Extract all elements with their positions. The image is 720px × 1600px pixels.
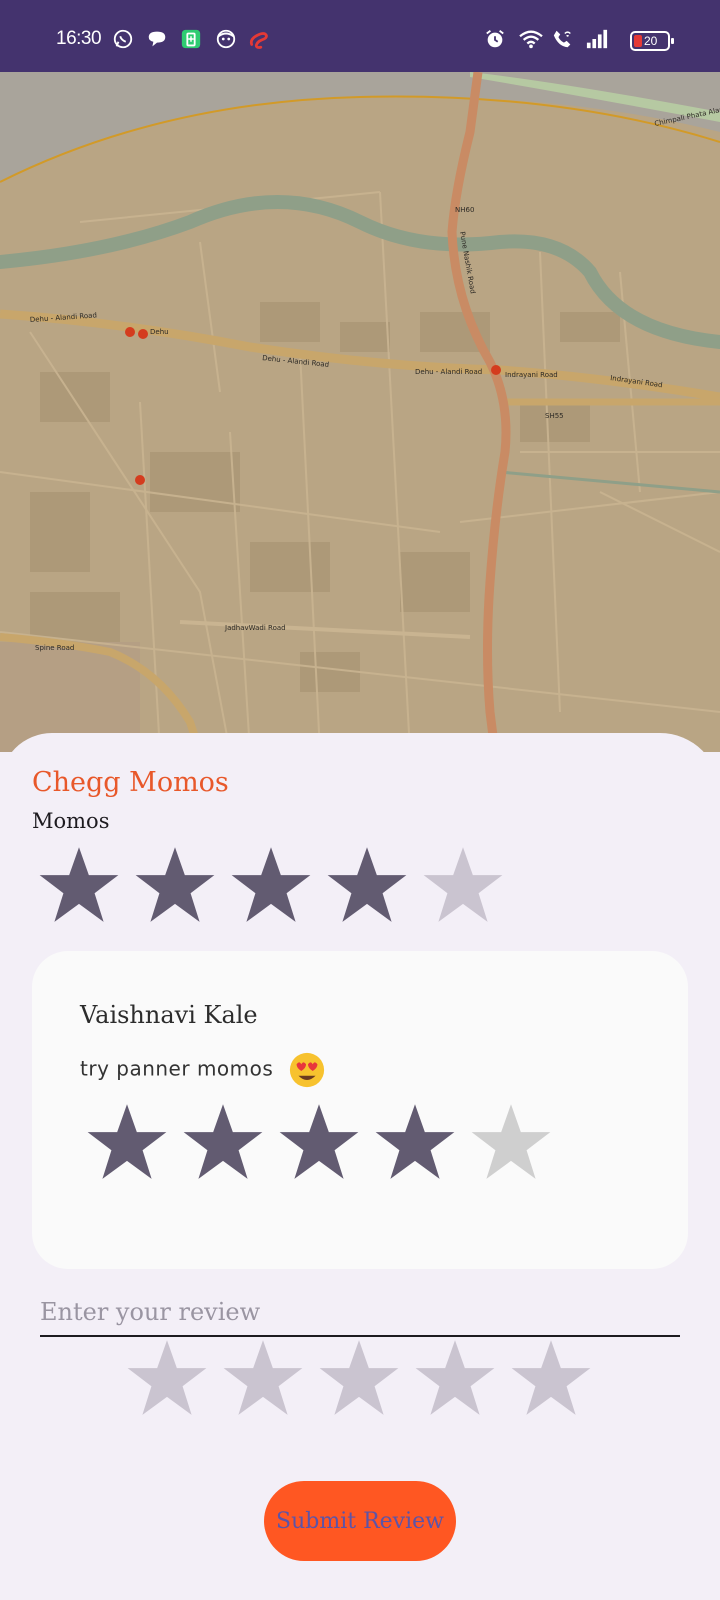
star-icon	[134, 844, 216, 926]
airtel-icon	[249, 32, 268, 49]
star-icon[interactable]	[222, 1337, 304, 1419]
star-icon	[230, 844, 312, 926]
review-text: try panner momos	[80, 1051, 326, 1089]
star-icon[interactable]	[126, 1337, 208, 1419]
face-icon	[216, 29, 236, 49]
star-icon	[86, 1101, 168, 1183]
place-title: Chegg Momos	[32, 767, 229, 798]
star-icon	[38, 844, 120, 926]
star-icon[interactable]	[318, 1337, 400, 1419]
star-icon	[374, 1101, 456, 1183]
star-icon	[326, 844, 408, 926]
chat-bubble-icon	[148, 31, 166, 47]
signal-icon	[586, 29, 608, 49]
map-label: JadhavWadi Road	[224, 624, 286, 632]
map-label: SH55	[545, 412, 564, 420]
map-label: Indrayani Road	[505, 371, 558, 379]
map-view[interactable]: Dehu - Alandi Road Dehu Dehu - Alandi Ro…	[0, 72, 720, 752]
review-card: Vaishnavi Kale try panner momos	[32, 951, 688, 1269]
star-icon	[422, 844, 504, 926]
review-rating-bar	[86, 1101, 566, 1183]
place-category: Momos	[32, 809, 110, 833]
map-label: NH60	[455, 206, 474, 214]
input-rating-bar[interactable]	[126, 1337, 606, 1419]
place-rating-bar	[38, 844, 518, 926]
star-icon	[182, 1101, 264, 1183]
wifi-call-icon	[553, 30, 571, 48]
star-icon	[278, 1101, 360, 1183]
map-canvas: Dehu - Alandi Road Dehu Dehu - Alandi Ro…	[0, 72, 720, 752]
wifi-icon	[519, 30, 543, 49]
star-icon[interactable]	[510, 1337, 592, 1419]
map-label: Dehu	[150, 328, 169, 336]
battery-saver-icon	[181, 29, 201, 49]
star-icon[interactable]	[414, 1337, 496, 1419]
reviewer-name: Vaishnavi Kale	[80, 1001, 258, 1029]
clock: 16:30	[56, 28, 102, 49]
status-bar: 16:30 20	[0, 0, 720, 72]
screen: 16:30 20 Dehu - Alandi Road Dehu Dehu - …	[0, 0, 720, 1600]
whatsapp-icon	[113, 29, 133, 49]
battery-level: 20	[644, 34, 658, 48]
map-label: Dehu - Alandi Road	[415, 368, 482, 376]
battery-icon: 20	[630, 31, 674, 51]
alarm-icon	[486, 30, 504, 48]
heart-eyes-emoji-icon	[290, 1052, 325, 1088]
map-label: Spine Road	[35, 644, 74, 652]
bottom-sheet: Chegg Momos Momos Vaishnavi Kale try pan…	[0, 733, 720, 1600]
review-input[interactable]	[40, 1289, 680, 1337]
submit-review-button[interactable]: Submit Review	[264, 1481, 456, 1561]
star-icon	[470, 1101, 552, 1183]
review-text-content: try panner momos	[80, 1056, 274, 1081]
